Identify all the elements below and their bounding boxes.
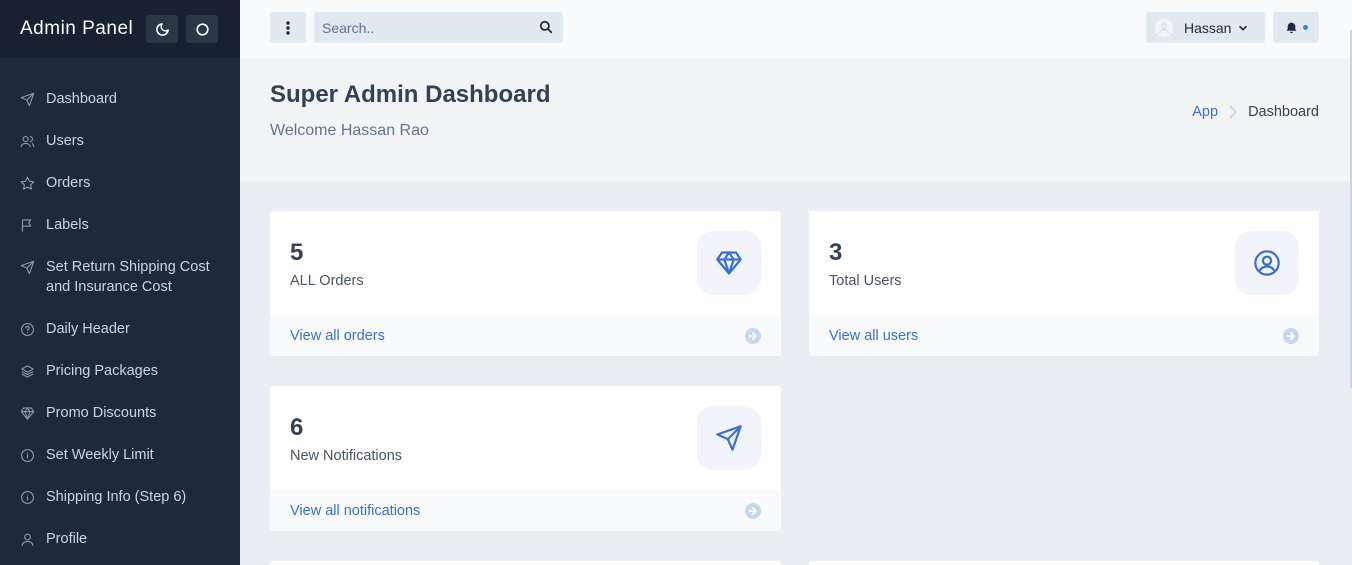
card-partial <box>270 561 781 565</box>
notification-dot <box>1302 25 1308 30</box>
breadcrumb-current: Dashboard <box>1248 104 1319 120</box>
card-footer[interactable]: View all orders <box>270 315 781 356</box>
send-icon <box>20 257 36 277</box>
sidebar-item-label: Dashboard <box>46 91 117 107</box>
sidebar: Admin Panel Dashboard Users Orders Label… <box>0 0 240 565</box>
chevron-right-icon <box>1228 105 1238 119</box>
help-circle-icon <box>20 319 36 339</box>
arrow-right-circle-icon[interactable] <box>745 327 761 344</box>
avatar <box>1155 18 1173 37</box>
sidebar-item-label: Profile <box>46 531 88 547</box>
flag-icon <box>20 215 36 235</box>
card-label: ALL Orders <box>290 273 364 289</box>
sidebar-item-label: Pricing Packages <box>46 363 159 379</box>
info-icon <box>20 487 36 507</box>
layers-icon <box>20 361 36 381</box>
sidebar-item-users[interactable]: Users <box>0 120 240 162</box>
send-icon <box>697 406 761 470</box>
users-card: 3 Total Users View all users <box>809 211 1319 356</box>
sidebar-item-promo-discounts[interactable]: Promo Discounts <box>0 392 240 434</box>
chevron-down-icon <box>1238 23 1248 33</box>
sidebar-item-label: Set Return Shipping Cost and Insurance C… <box>46 259 210 295</box>
arrow-right-circle-icon[interactable] <box>745 502 761 519</box>
send-icon <box>20 89 36 109</box>
notifications-button[interactable] <box>1273 12 1319 43</box>
search-input[interactable] <box>314 19 524 36</box>
page-title: Super Admin Dashboard <box>270 81 551 108</box>
card-value: 3 <box>829 239 843 266</box>
card-footer[interactable]: View all notifications <box>270 490 781 531</box>
sidebar-item-pricing-packages[interactable]: Pricing Packages <box>0 350 240 392</box>
search-box <box>314 12 563 43</box>
card-value: 5 <box>290 239 304 266</box>
topbar: Hassan <box>240 0 1352 58</box>
view-all-notifications-link[interactable]: View all notifications <box>290 503 420 519</box>
search-icon[interactable] <box>539 20 553 39</box>
page-subtitle: Welcome Hassan Rao <box>270 122 429 139</box>
arrow-right-circle-icon[interactable] <box>1283 327 1299 344</box>
user-name: Hassan <box>1184 19 1232 36</box>
card-label: New Notifications <box>290 448 403 464</box>
sidebar-item-label: Orders <box>46 175 91 191</box>
notifications-card: 6 New Notifications View all notificatio… <box>270 386 781 531</box>
sidebar-item-label: Set Weekly Limit <box>46 447 154 463</box>
users-icon <box>20 131 36 151</box>
breadcrumb: App Dashboard <box>1192 104 1319 120</box>
diamond-icon <box>20 403 36 423</box>
card-footer[interactable]: View all users <box>809 315 1319 356</box>
user-circle-icon <box>1235 231 1299 295</box>
user-menu-button[interactable]: Hassan <box>1146 12 1265 43</box>
breadcrumb-app-link[interactable]: App <box>1192 104 1218 120</box>
card-value: 6 <box>290 414 304 441</box>
sidebar-brand: Admin Panel <box>0 0 240 58</box>
sidebar-item-label: Users <box>46 133 84 149</box>
circle-icon <box>196 22 209 36</box>
info-icon <box>20 445 36 465</box>
app-title: Admin Panel <box>20 18 134 39</box>
theme-toggle[interactable] <box>186 15 219 43</box>
sidebar-item-labels[interactable]: Labels <box>0 204 240 246</box>
sidebar-item-label: Promo Discounts <box>46 405 157 421</box>
diamond-icon <box>697 231 761 295</box>
moon-icon <box>155 22 169 36</box>
sidebar-item-label: Daily Header <box>46 321 130 337</box>
card-partial <box>809 561 1319 565</box>
user-icon <box>20 529 36 549</box>
sidebar-item-label: Shipping Info (Step 6) <box>46 489 187 505</box>
sidebar-item-dashboard[interactable]: Dashboard <box>0 78 240 120</box>
dark-mode-toggle[interactable] <box>146 15 179 43</box>
bell-icon <box>1286 22 1296 33</box>
sidebar-item-daily-header[interactable]: Daily Header <box>0 308 240 350</box>
sidebar-item-shipping-info[interactable]: Shipping Info (Step 6) <box>0 476 240 518</box>
view-all-users-link[interactable]: View all users <box>829 328 918 344</box>
sidebar-item-label: Labels <box>46 217 89 233</box>
user-icon <box>1159 22 1169 33</box>
sidebar-item-return-shipping[interactable]: Set Return Shipping Cost and Insurance C… <box>0 246 240 308</box>
orders-card: 5 ALL Orders View all orders <box>270 211 781 356</box>
sidebar-item-weekly-limit[interactable]: Set Weekly Limit <box>0 434 240 476</box>
menu-button[interactable] <box>270 12 306 43</box>
view-all-orders-link[interactable]: View all orders <box>290 328 385 344</box>
sidebar-item-orders[interactable]: Orders <box>0 162 240 204</box>
sidebar-item-profile[interactable]: Profile <box>0 518 240 560</box>
sidebar-nav: Dashboard Users Orders Labels Set Return… <box>0 58 240 560</box>
card-label: Total Users <box>829 273 902 289</box>
page-header: Super Admin Dashboard Welcome Hassan Rao… <box>240 58 1352 181</box>
star-icon <box>20 173 36 193</box>
more-vertical-icon <box>286 20 290 35</box>
